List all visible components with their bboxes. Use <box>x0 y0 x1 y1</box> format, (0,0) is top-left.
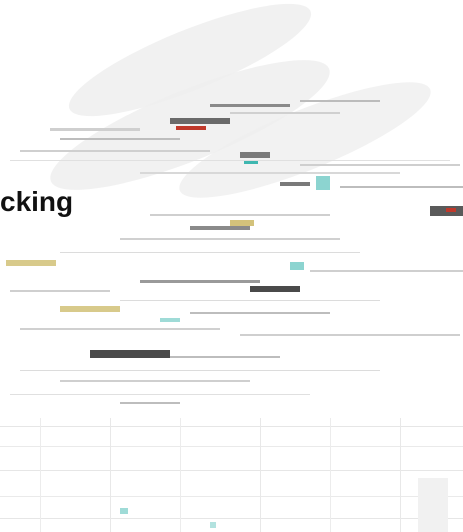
streak-lines <box>6 100 463 404</box>
grid-band-artwork <box>0 418 463 532</box>
page-canvas: cking <box>0 0 463 532</box>
grid-band-lines <box>0 418 463 532</box>
page-heading: cking <box>0 186 74 217</box>
